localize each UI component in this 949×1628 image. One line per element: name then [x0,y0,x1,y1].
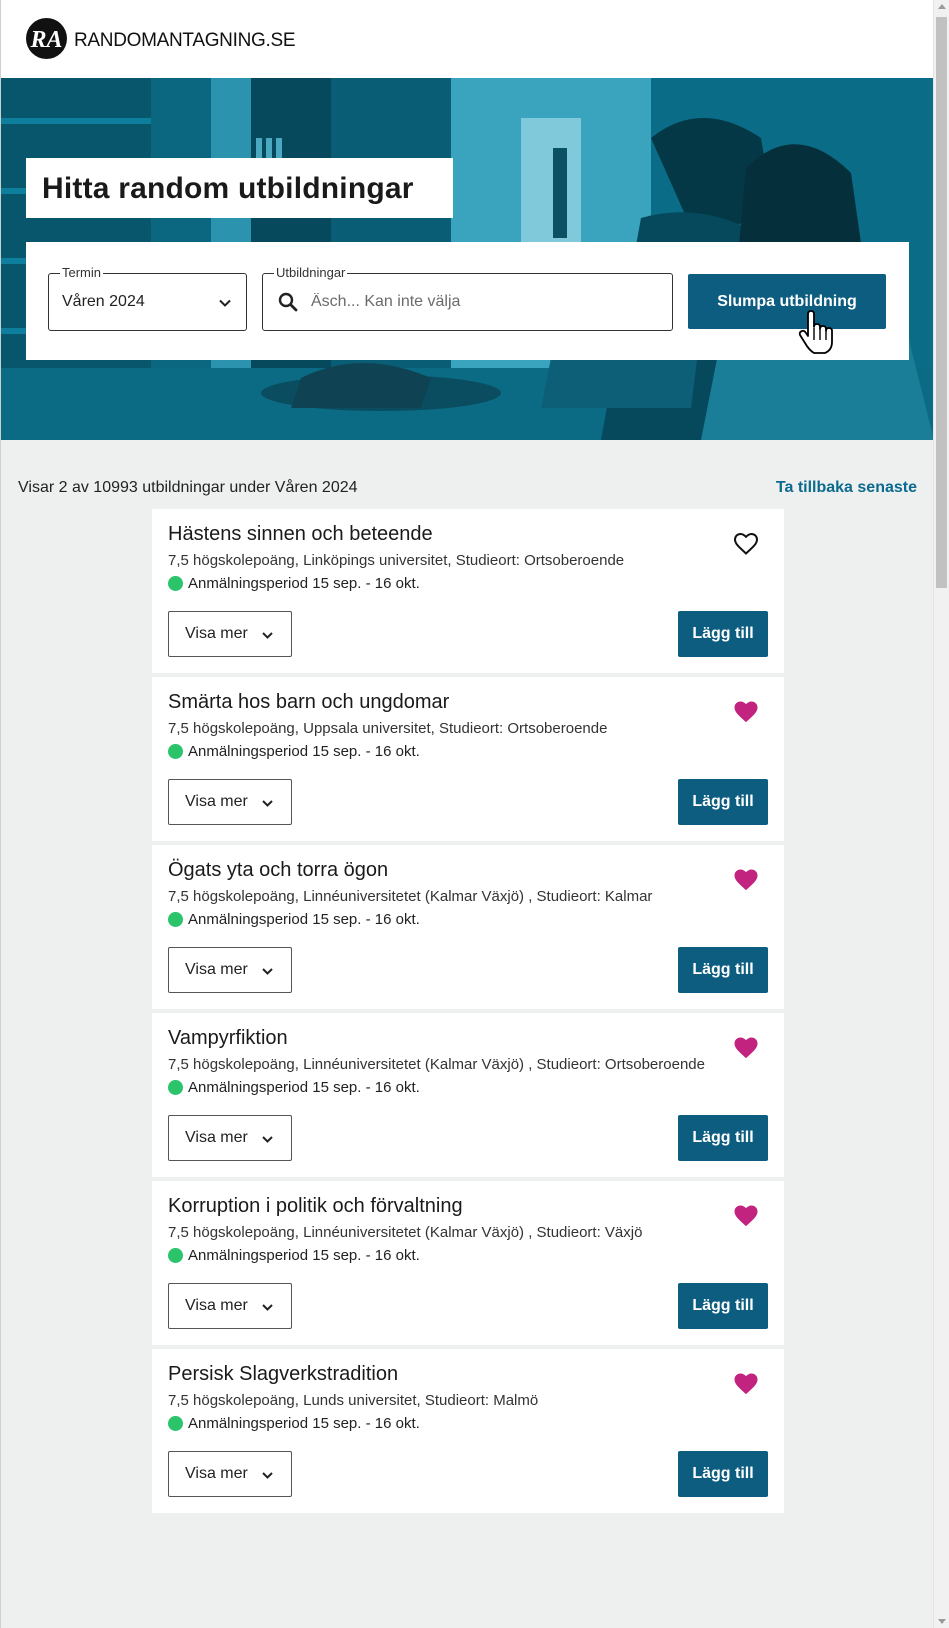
course-card: Korruption i politik och förvaltning 7,5… [152,1181,784,1345]
visa-mer-label: Visa mer [185,1297,248,1314]
logo-icon: RA [29,27,62,53]
utbildningar-search-input[interactable] [311,287,661,317]
course-title: Ögats yta och torra ögon [168,859,389,881]
visa-mer-label: Visa mer [185,1129,248,1146]
results-count: Visar 2 av 10993 utbildningar under Våre… [18,479,358,496]
vertical-scrollbar[interactable] [933,0,949,1628]
termin-selected-value: Våren 2024 [62,293,145,310]
course-meta: 7,5 högskolepoäng, Linnéuniversitetet (K… [168,888,653,905]
site-header: RA RANDOMANTAGNING.SE [1,0,934,78]
hero-title-box: Hitta random utbildningar [26,158,453,218]
lagg-till-button[interactable]: Lägg till [678,947,768,993]
application-period-text: Anmälningsperiod 15 sep. - 16 okt. [188,1247,420,1264]
chevron-down-icon [262,1472,273,1479]
course-title: Smärta hos barn och ungdomar [168,691,450,713]
scrollbar-thumb[interactable] [936,17,947,588]
status-dot-icon [168,576,183,591]
course-card: Vampyrfiktion 7,5 högskolepoäng, Linnéun… [152,1013,784,1177]
application-period: Anmälningsperiod 15 sep. - 16 okt. [168,911,420,928]
favorite-heart-icon[interactable] [734,1205,758,1227]
application-period: Anmälningsperiod 15 sep. - 16 okt. [168,743,420,760]
visa-mer-label: Visa mer [185,793,248,810]
application-period-text: Anmälningsperiod 15 sep. - 16 okt. [188,743,420,760]
favorite-heart-icon[interactable] [734,701,758,723]
course-title: Vampyrfiktion [168,1027,288,1049]
status-dot-icon [168,1416,183,1431]
visa-mer-button[interactable]: Visa mer [168,947,292,993]
scroll-up-arrow-icon[interactable] [938,4,946,9]
search-panel: Termin Våren 2024 Utbildningar Slumpa ut… [26,242,909,360]
page: RA RANDOMANTAGNING.SE Hitta random utbil… [0,0,934,1628]
application-period-text: Anmälningsperiod 15 sep. - 16 okt. [188,1079,420,1096]
scroll-down-arrow-icon[interactable] [938,1619,946,1624]
termin-label: Termin [60,265,104,280]
course-card: Hästens sinnen och beteende 7,5 högskole… [152,509,784,673]
chevron-down-icon [262,800,273,807]
slumpa-utbildning-button[interactable]: Slumpa utbildning [688,274,886,329]
application-period-text: Anmälningsperiod 15 sep. - 16 okt. [188,1415,420,1432]
lagg-till-button[interactable]: Lägg till [678,611,768,657]
application-period-text: Anmälningsperiod 15 sep. - 16 okt. [188,575,420,592]
course-title: Hästens sinnen och beteende [168,523,433,545]
course-meta: 7,5 högskolepoäng, Linköpings universite… [168,552,625,569]
brand-name[interactable]: RANDOMANTAGNING.SE [74,30,296,52]
svg-text:RA: RA [29,27,62,53]
chevron-down-icon [262,968,273,975]
status-dot-icon [168,744,183,759]
course-card: Persisk Slagverkstradition 7,5 högskolep… [152,1349,784,1513]
course-card: Smärta hos barn och ungdomar 7,5 högskol… [152,677,784,841]
visa-mer-button[interactable]: Visa mer [168,1451,292,1497]
course-card: Ögats yta och torra ögon 7,5 högskolepoä… [152,845,784,1009]
chevron-down-icon [262,1136,273,1143]
lagg-till-button[interactable]: Lägg till [678,1115,768,1161]
search-icon [278,292,298,312]
status-dot-icon [168,1248,183,1263]
chevron-down-icon [219,299,231,307]
visa-mer-label: Visa mer [185,1465,248,1482]
chevron-down-icon [262,632,273,639]
favorite-heart-icon[interactable] [734,869,758,891]
lagg-till-button[interactable]: Lägg till [678,779,768,825]
lagg-till-button[interactable]: Lägg till [678,1283,768,1329]
visa-mer-label: Visa mer [185,625,248,642]
page-title: Hitta random utbildningar [42,172,414,205]
utbildningar-field: Utbildningar [262,265,673,331]
ta-tillbaka-senaste-link[interactable]: Ta tillbaka senaste [776,479,917,497]
site-logo[interactable]: RA [26,18,67,59]
application-period-text: Anmälningsperiod 15 sep. - 16 okt. [188,911,420,928]
lagg-till-button[interactable]: Lägg till [678,1451,768,1497]
visa-mer-label: Visa mer [185,961,248,978]
termin-select[interactable]: Termin Våren 2024 [48,265,247,331]
favorite-heart-icon[interactable] [734,1373,758,1395]
course-meta: 7,5 högskolepoäng, Uppsala universitet, … [168,720,608,737]
status-dot-icon [168,1080,183,1095]
application-period: Anmälningsperiod 15 sep. - 16 okt. [168,575,420,592]
application-period: Anmälningsperiod 15 sep. - 16 okt. [168,1415,420,1432]
chevron-down-icon [262,1304,273,1311]
favorite-heart-icon[interactable] [734,533,758,555]
course-title: Korruption i politik och förvaltning [168,1195,463,1217]
visa-mer-button[interactable]: Visa mer [168,779,292,825]
application-period: Anmälningsperiod 15 sep. - 16 okt. [168,1247,420,1264]
course-title: Persisk Slagverkstradition [168,1363,399,1385]
course-meta: 7,5 högskolepoäng, Linnéuniversitetet (K… [168,1224,643,1241]
application-period: Anmälningsperiod 15 sep. - 16 okt. [168,1079,420,1096]
utbildningar-label: Utbildningar [274,265,348,280]
visa-mer-button[interactable]: Visa mer [168,1283,292,1329]
favorite-heart-icon[interactable] [734,1037,758,1059]
visa-mer-button[interactable]: Visa mer [168,611,292,657]
course-meta: 7,5 högskolepoäng, Lunds universitet, St… [168,1392,539,1409]
course-meta: 7,5 högskolepoäng, Linnéuniversitetet (K… [168,1056,705,1073]
visa-mer-button[interactable]: Visa mer [168,1115,292,1161]
status-dot-icon [168,912,183,927]
